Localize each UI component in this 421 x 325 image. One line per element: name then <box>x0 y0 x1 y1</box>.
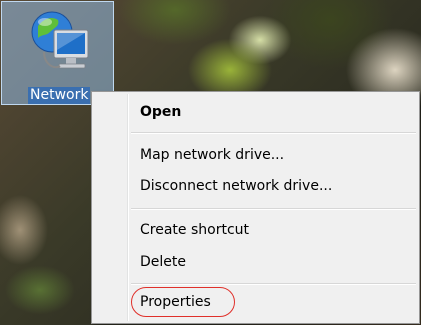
menu-separator <box>131 208 416 210</box>
network-icon <box>31 11 89 69</box>
menu-item-disconnect-network-drive[interactable]: Disconnect network drive... <box>140 175 332 197</box>
context-menu: Open Map network drive... Disconnect net… <box>91 91 420 324</box>
network-icon-label[interactable]: Network <box>28 87 91 104</box>
menu-item-create-shortcut[interactable]: Create shortcut <box>140 219 249 241</box>
network-desktop-icon[interactable]: Network <box>1 1 114 105</box>
menu-gutter-divider <box>127 94 129 321</box>
menu-item-properties[interactable]: Properties <box>140 291 211 313</box>
menu-separator <box>131 283 416 285</box>
menu-item-open[interactable]: Open <box>140 101 181 123</box>
desktop-background: Network Open Map network drive... Discon… <box>0 0 421 325</box>
menu-separator <box>131 132 416 134</box>
menu-item-map-network-drive[interactable]: Map network drive... <box>140 144 284 166</box>
menu-item-delete[interactable]: Delete <box>140 251 186 273</box>
